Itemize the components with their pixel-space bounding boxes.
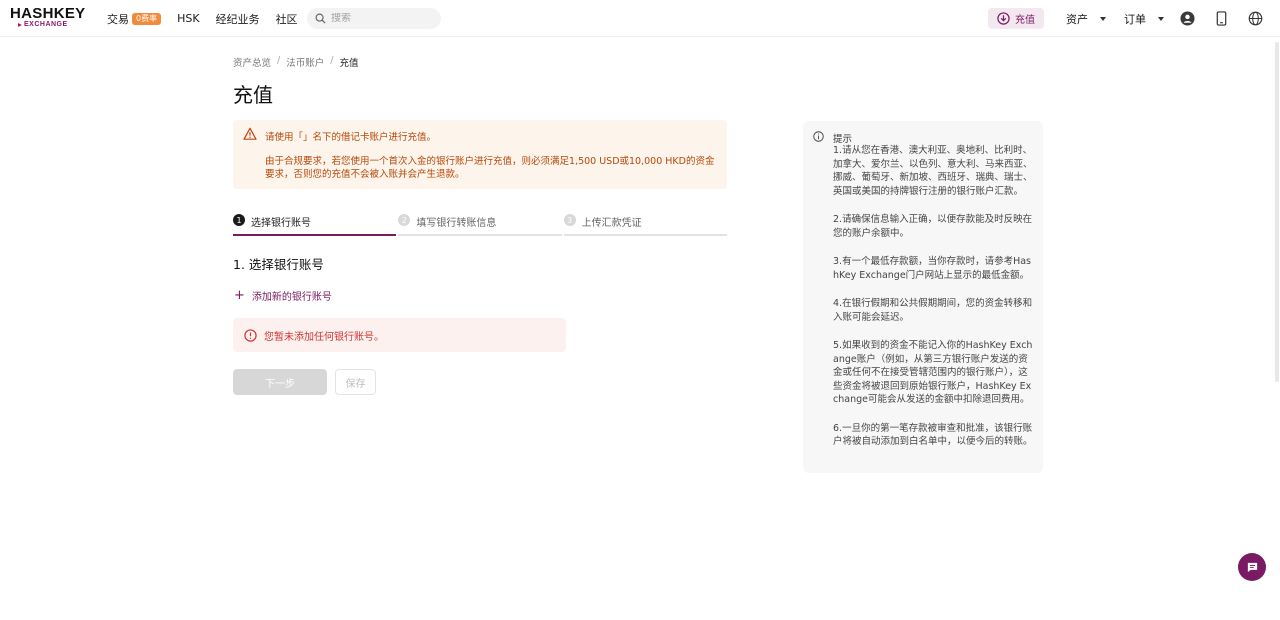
tips-list: 1.请从您在香港、澳大利亚、奥地利、比利时、加拿大、爱尔兰、以色列、意大利、马来… [833,144,1035,464]
user-avatar-icon[interactable] [1180,11,1195,26]
nav-hsk[interactable]: HSK [177,12,199,25]
section-title: 1. 选择银行账号 [233,257,324,272]
search-input[interactable] [331,13,431,24]
step-number: 3 [563,214,576,226]
orders-menu[interactable]: 订单 [1124,0,1164,37]
mobile-app-icon[interactable] [1214,11,1229,26]
nav-community-label: 社区 [275,12,298,26]
info-icon [813,131,824,142]
step-label: 上传汇款凭证 [581,218,642,229]
tip-item: 2.请确保信息输入正确，以便存款能及时反映在您的账户余额中。 [833,214,1033,239]
step-number: 2 [398,214,411,226]
main-nav: 交易 0费率 HSK 经纪业务 社区 [107,0,298,37]
globe-language-icon[interactable] [1248,11,1263,26]
save-button[interactable]: 保存 [335,369,376,395]
nav-community[interactable]: 社区 [276,11,298,27]
tip-item: 1.请从您在香港、澳大利亚、奥地利、比利时、加拿大、爱尔兰、以色列、意大利、马来… [833,145,1033,197]
page-scrollbar[interactable] [1275,42,1279,382]
tips-panel: 提示 1.请从您在香港、澳大利亚、奥地利、比利时、加拿大、爱尔兰、以色列、意大利… [803,121,1043,473]
orders-menu-label: 订单 [1124,12,1146,26]
deposit-button-label: 充值 [1015,15,1035,26]
nav-brokerage[interactable]: 经纪业务 [216,11,260,27]
deposit-button[interactable]: 充值 [988,8,1044,29]
page-title: 充值 [233,83,273,107]
chevron-down-icon [1100,16,1106,21]
add-bank-account-link[interactable]: + 添加新的银行账号 [234,287,332,304]
tips-title: 提示 [833,134,853,145]
step-label: 填写银行转账信息 [416,218,497,229]
warning-line-2: 由于合规要求，若您使用一个首次入金的银行账户进行充值，则必须满足1,500 US… [265,156,715,180]
step-select-bank[interactable]: 1 选择银行账号 [233,212,397,236]
breadcrumb-fiat-account[interactable]: 法币账户 [286,55,324,69]
tip-item: 3.有一个最低存款额，当你存款时，请参考HashKey Exchange门户网站… [833,256,1031,281]
search-box[interactable] [307,8,441,29]
compliance-warning: 请使用「」名下的借记卡账户进行充值。 由于合规要求，若您使用一个首次入金的银行账… [233,120,727,189]
error-icon [244,328,257,342]
nav-hsk-label: HSK [177,12,200,25]
nav-trade[interactable]: 交易 0费率 [107,11,162,27]
nav-brokerage-label: 经纪业务 [215,12,260,26]
warning-icon [243,127,257,140]
plus-icon: + [234,287,245,303]
search-icon [315,13,326,24]
step-upload-proof[interactable]: 3 上传汇款凭证 [563,212,727,236]
nav-trade-label: 交易 [107,12,129,26]
next-step-button[interactable]: 下一步 [233,369,327,395]
breadcrumb: 资产总览 / 法币账户 / 充值 [233,55,358,69]
logo-text-top: HASHKEY [10,5,86,22]
breadcrumb-current: 充值 [339,58,359,69]
zero-fee-badge: 0费率 [132,12,162,25]
no-bank-account-error: 您暂未添加任何银行账号。 [233,318,566,352]
step-number: 1 [233,214,245,226]
hashkey-logo[interactable]: HASHKEY EXCHANGE [10,6,90,30]
tip-item: 6.一旦你的第一笔存款被审查和批准，该银行账户将被自动添加到白名单中，以便今后的… [833,422,1033,448]
assets-menu-label: 资产 [1066,12,1088,26]
deposit-icon [997,12,1010,25]
add-bank-account-label: 添加新的银行账号 [251,292,332,303]
breadcrumb-separator: / [277,55,281,66]
chevron-down-icon [1158,16,1164,21]
breadcrumb-assets-overview[interactable]: 资产总览 [233,55,271,69]
chat-icon [1247,562,1257,572]
error-message: 您暂未添加任何银行账号。 [264,331,384,343]
top-header: HASHKEY EXCHANGE 交易 0费率 HSK 经纪业务 社区 充值 [0,0,1280,37]
support-chat-button[interactable] [1238,553,1266,581]
breadcrumb-separator: / [330,55,334,66]
deposit-steps: 1 选择银行账号 2 填写银行转账信息 3 上传汇款凭证 [233,212,727,236]
step-label: 选择银行账号 [251,218,311,229]
warning-line-1: 请使用「」名下的借记卡账户进行充值。 [265,132,437,143]
step-bank-transfer-info[interactable]: 2 填写银行转账信息 [398,212,562,236]
assets-menu[interactable]: 资产 [1066,0,1106,37]
tip-item: 4.在银行假期和公共假期期间，您的资金转移和入账可能会延迟。 [833,298,1033,323]
logo-text-bottom: EXCHANGE [10,21,90,29]
tip-item: 5.如果收到的资金不能记入你的HashKey Exchange账户（例如，从第三… [833,340,1033,405]
